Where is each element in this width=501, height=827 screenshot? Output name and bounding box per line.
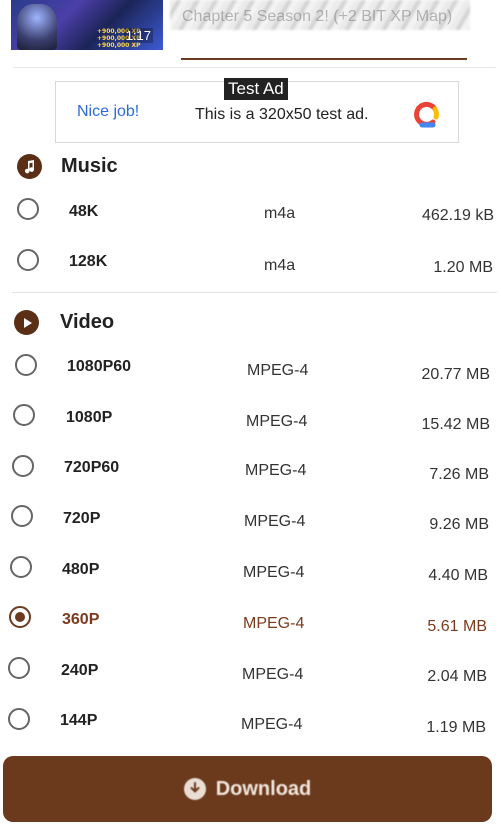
format-option-video-480p[interactable]: 480P MPEG-4 4.40 MB bbox=[0, 545, 501, 595]
music-note-icon bbox=[17, 154, 42, 179]
format-option-video-144p[interactable]: 144P MPEG-4 1.19 MB bbox=[0, 698, 501, 748]
format-option-video-1080p[interactable]: 1080P MPEG-4 15.42 MB bbox=[0, 392, 501, 442]
ad-logo-icon bbox=[414, 101, 439, 128]
quality-label: 360P bbox=[62, 611, 100, 628]
music-section-header: Music bbox=[17, 154, 118, 179]
format-option-video-720p60[interactable]: 720P60 MPEG-4 7.26 MB bbox=[0, 443, 501, 493]
radio-button[interactable] bbox=[15, 354, 37, 376]
download-button[interactable]: Download bbox=[3, 756, 492, 822]
quality-label: 720P bbox=[63, 510, 101, 527]
quality-label: 128K bbox=[69, 253, 108, 270]
thumbnail-character-image bbox=[17, 4, 57, 50]
quality-label: 240P bbox=[61, 662, 99, 679]
radio-button[interactable] bbox=[17, 249, 39, 271]
format-label: MPEG-4 bbox=[241, 716, 303, 733]
radio-button[interactable] bbox=[8, 657, 30, 679]
play-icon bbox=[14, 310, 39, 335]
format-label: MPEG-4 bbox=[246, 413, 308, 430]
radio-button[interactable] bbox=[12, 455, 34, 477]
test-ad-tag: Test Ad bbox=[224, 78, 288, 100]
section-divider bbox=[12, 292, 497, 293]
format-label: m4a bbox=[264, 205, 296, 222]
music-section-title: Music bbox=[61, 155, 118, 177]
radio-button-selected[interactable] bbox=[9, 606, 31, 628]
video-title: Chapter 5 Season 2! (+2 BIT XP Map) bbox=[182, 8, 453, 25]
format-option-video-360p[interactable]: 360P MPEG-4 5.61 MB bbox=[0, 596, 501, 646]
format-label: m4a bbox=[264, 257, 296, 274]
format-option-music-128k[interactable]: 128K m4a 1.20 MB bbox=[0, 235, 501, 285]
file-size: 20.77 MB bbox=[421, 366, 490, 383]
radio-button[interactable] bbox=[11, 505, 33, 527]
format-option-video-240p[interactable]: 240P MPEG-4 2.04 MB bbox=[0, 647, 501, 697]
quality-label: 48K bbox=[69, 203, 99, 220]
file-size: 5.61 MB bbox=[427, 618, 487, 635]
format-option-video-720p[interactable]: 720P MPEG-4 9.26 MB bbox=[0, 494, 501, 544]
file-size: 4.40 MB bbox=[428, 567, 488, 584]
format-label: MPEG-4 bbox=[244, 513, 306, 530]
file-size: 1.19 MB bbox=[426, 719, 486, 736]
video-duration: 1:17 bbox=[123, 28, 153, 43]
video-header: +900,000 XP +900,000 XP +900,000 XP 1:17… bbox=[0, 0, 501, 68]
format-option-music-48k[interactable]: 48K m4a 462.19 kB bbox=[0, 185, 501, 235]
format-label: MPEG-4 bbox=[243, 564, 305, 581]
quality-label: 480P bbox=[62, 561, 100, 578]
format-label: MPEG-4 bbox=[247, 362, 309, 379]
video-section-title: Video bbox=[60, 311, 115, 333]
quality-label: 144P bbox=[60, 712, 98, 729]
quality-label: 1080P60 bbox=[67, 358, 132, 375]
file-size: 2.04 MB bbox=[427, 668, 487, 685]
divider bbox=[13, 67, 495, 68]
ad-nice-job-text: Nice job! bbox=[77, 103, 140, 120]
title-underline bbox=[181, 58, 467, 60]
format-label: MPEG-4 bbox=[245, 462, 307, 479]
format-label: MPEG-4 bbox=[242, 666, 304, 683]
file-size: 7.26 MB bbox=[429, 466, 489, 483]
radio-button[interactable] bbox=[10, 556, 32, 578]
download-icon bbox=[183, 778, 206, 800]
file-size: 462.19 kB bbox=[421, 207, 494, 224]
video-section-header: Video bbox=[14, 310, 114, 335]
download-label: Download bbox=[215, 777, 312, 800]
radio-button[interactable] bbox=[8, 708, 30, 730]
file-size: 9.26 MB bbox=[429, 516, 489, 533]
radio-button[interactable] bbox=[17, 198, 39, 220]
quality-label: 720P60 bbox=[64, 459, 120, 476]
file-size: 15.42 MB bbox=[421, 416, 490, 433]
format-option-video-1080p60[interactable]: 1080P60 MPEG-4 20.77 MB bbox=[0, 341, 501, 391]
video-thumbnail[interactable]: +900,000 XP +900,000 XP +900,000 XP 1:17 bbox=[11, 0, 163, 50]
quality-label: 1080P bbox=[66, 409, 113, 426]
file-size: 1.20 MB bbox=[433, 259, 493, 276]
radio-button[interactable] bbox=[13, 404, 35, 426]
format-label: MPEG-4 bbox=[243, 615, 305, 632]
ad-description: This is a 320x50 test ad. bbox=[195, 106, 369, 123]
banner-ad[interactable]: Test Ad Nice job! This is a 320x50 test … bbox=[55, 78, 459, 143]
